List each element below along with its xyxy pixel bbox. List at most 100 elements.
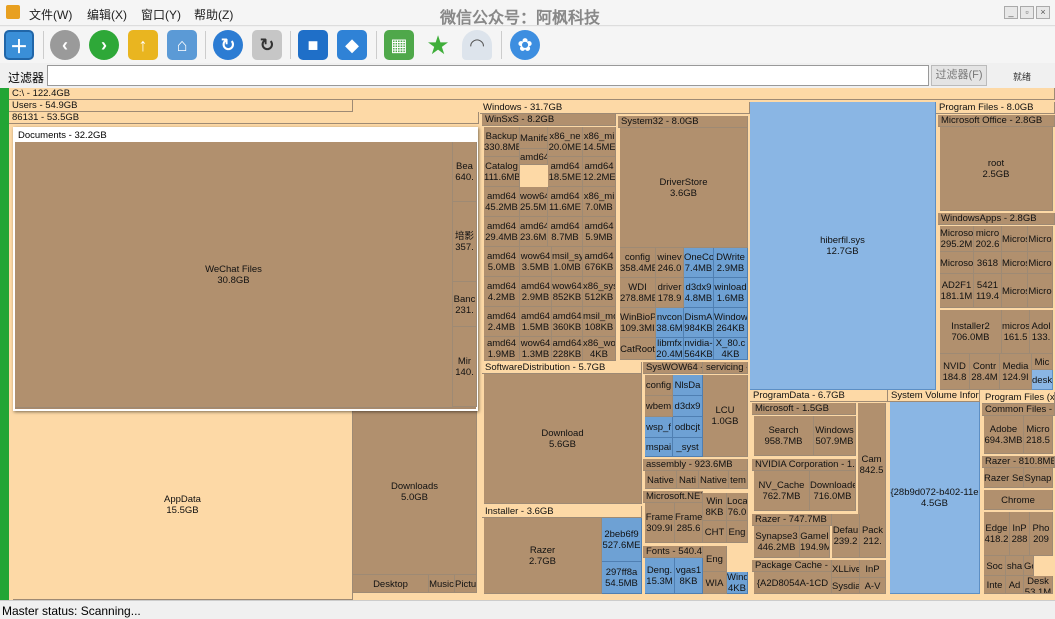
treemap-node-inte[interactable]: Inte bbox=[984, 576, 1006, 594]
treemap-node-users-54-9gb[interactable]: Users - 54.9GB bbox=[9, 100, 353, 112]
treemap-node-loca[interactable]: Loca 76.0 bbox=[727, 493, 748, 521]
treemap-node-amd64[interactable]: amd64 11.6ME bbox=[548, 187, 583, 217]
treemap-node-adol[interactable]: Adol 133. bbox=[1030, 310, 1053, 354]
treemap-node-c-122-4gb[interactable]: C:\ - 122.4GB bbox=[9, 88, 1055, 100]
treemap-node-downloads[interactable]: Downloads 5.0GB bbox=[353, 409, 477, 575]
treemap-node-3618[interactable]: 3618 bbox=[974, 252, 1002, 274]
treemap-node-hiberfil-sys[interactable]: hiberfil.sys 12.7GB bbox=[750, 102, 936, 390]
treemap-node-nvcon[interactable]: nvcon 38.6M bbox=[656, 308, 684, 338]
treemap-node-pho[interactable]: Pho 209 bbox=[1030, 512, 1053, 556]
treemap-node-86131-53-5gb[interactable]: 86131 - 53.5GB bbox=[9, 112, 479, 124]
treemap-node-system32-8-0gb[interactable]: System32 - 8.0GB bbox=[618, 116, 748, 128]
treemap-node-common-files-1[interactable]: Common Files - 1 bbox=[982, 404, 1055, 416]
home-icon[interactable]: ⌂ bbox=[167, 30, 197, 60]
treemap-node-x86-sys[interactable]: x86_sys 512KB bbox=[583, 277, 616, 307]
treemap-node-winev[interactable]: winev 246.0 bbox=[656, 248, 684, 278]
treemap-node-edge[interactable]: Edge 418.2 bbox=[984, 512, 1010, 556]
treemap-node-window[interactable]: Window 264KB bbox=[714, 308, 748, 338]
treemap-node-winsxs-8-2gb[interactable]: WinSxS - 8.2GB bbox=[482, 114, 616, 126]
treemap-node-micro[interactable]: Micro bbox=[1028, 252, 1053, 274]
menu-file[interactable]: 文件(W) bbox=[29, 6, 72, 23]
treemap-node-amd64[interactable]: amd64 4.2MB bbox=[484, 277, 520, 307]
treemap-node-softwaredistribution-5-7gb[interactable]: SoftwareDistribution - 5.7GB bbox=[482, 362, 642, 374]
treemap-node-download[interactable]: Download 5.6GB bbox=[484, 374, 642, 504]
treemap-node-cam[interactable]: Cam 842.5 bbox=[858, 403, 886, 527]
treemap-node-amd64[interactable]: amd64 5.0MB bbox=[484, 247, 520, 277]
treemap-node-frame[interactable]: Frame 309.9I bbox=[645, 503, 675, 543]
treemap-node-microsoft-office-2-8gb[interactable]: Microsoft Office - 2.8GB bbox=[938, 115, 1055, 127]
treemap-node-ad[interactable]: Ad bbox=[1006, 576, 1024, 594]
treemap-node-amd64[interactable]: amd64 bbox=[520, 149, 548, 165]
treemap-node-manife[interactable]: Manife bbox=[520, 127, 548, 149]
treemap-node-mir[interactable]: Mir 140. bbox=[453, 327, 477, 407]
treemap-node-eng[interactable]: Eng bbox=[703, 546, 727, 572]
treemap-node-fonts-540-4mb[interactable]: Fonts - 540.4MB bbox=[643, 546, 703, 558]
treemap-node-micros[interactable]: Micros bbox=[1002, 226, 1028, 252]
restore-icon[interactable]: ▫ bbox=[1020, 6, 1034, 19]
treemap-node-node[interactable]: 培影 357. bbox=[453, 202, 477, 282]
treemap-node-wind[interactable]: Wind 4KB bbox=[727, 572, 748, 594]
treemap-node-synap[interactable]: Synap bbox=[1024, 468, 1053, 488]
treemap-node-nv-cache[interactable]: NV_Cache 762.7MB bbox=[754, 471, 810, 511]
treemap-node-driver[interactable]: driver 178.9 bbox=[656, 278, 684, 308]
treemap-node-package-cache-6[interactable]: Package Cache - 6 bbox=[752, 560, 832, 572]
treemap-node-amd64[interactable]: amd64 1.5MB bbox=[520, 307, 552, 337]
treemap-node-amd64[interactable]: amd64 29.4MB bbox=[484, 217, 520, 247]
menu-window[interactable]: 窗口(Y) bbox=[141, 6, 181, 23]
treemap-node-a2d8054a-1cd[interactable]: {A2D8054A-1CD bbox=[754, 572, 832, 594]
treemap-node-amd64[interactable]: amd64 2.4MB bbox=[484, 307, 520, 337]
treemap-node-amd64[interactable]: amd64 5.9MB bbox=[583, 217, 616, 247]
treemap-node-pictu[interactable]: Pictu bbox=[455, 575, 477, 593]
treemap-node-micros[interactable]: micros 161.5 bbox=[1002, 310, 1030, 354]
treemap-node-vgas1[interactable]: vgas1 8KB bbox=[675, 558, 703, 594]
treemap-node-a-v[interactable]: A-V bbox=[860, 578, 886, 594]
treemap-node-music[interactable]: Music bbox=[429, 575, 455, 593]
treemap-node-soc[interactable]: Soc bbox=[984, 556, 1006, 576]
treemap-node-micro[interactable]: Micro bbox=[1028, 226, 1053, 252]
treemap-node-cht[interactable]: CHT bbox=[703, 521, 727, 543]
treemap-node-program-files-8-0gb[interactable]: Program Files - 8.0GB bbox=[936, 102, 1055, 114]
treemap-node-installer-3-6gb[interactable]: Installer - 3.6GB bbox=[482, 506, 642, 518]
box-icon[interactable]: ◆ bbox=[337, 30, 367, 60]
treemap-node-syswow64-5-4gb[interactable]: SysWOW64 - 5.4GB bbox=[643, 362, 703, 374]
treemap-node-wow64[interactable]: wow64 1.3MB bbox=[520, 337, 552, 361]
treemap-node-microso[interactable]: Microso bbox=[940, 252, 974, 274]
treemap-node-amd64[interactable]: amd64 1.9MB bbox=[484, 337, 520, 361]
treemap-node-micro[interactable]: micro 202.6 bbox=[974, 226, 1002, 252]
treemap-node-razer[interactable]: Razer 2.7GB bbox=[484, 518, 602, 594]
treemap-node-microsoft-1-5gb[interactable]: Microsoft - 1.5GB bbox=[752, 403, 856, 415]
treemap-node-xllive[interactable]: XLLive bbox=[832, 560, 860, 578]
treemap-node-wow64[interactable]: wow64 852KB bbox=[552, 277, 583, 307]
treemap-node-razer-747-7mb[interactable]: Razer - 747.7MB bbox=[752, 514, 832, 526]
refresh-icon[interactable]: ↻ bbox=[213, 30, 243, 60]
treemap-node-amd64[interactable]: amd64 45.2MB bbox=[484, 187, 520, 217]
treemap-node-frame[interactable]: Frame 285.6 bbox=[675, 503, 703, 543]
treemap-node-micros[interactable]: Micros bbox=[1002, 252, 1028, 274]
treemap-node-gamei[interactable]: GameI 194.9M bbox=[800, 526, 830, 558]
treemap-node-native[interactable]: Native bbox=[699, 471, 729, 489]
treemap-node-wow64[interactable]: wow64 3.5MB bbox=[520, 247, 552, 277]
treemap-node-windows-31-7gb[interactable]: Windows - 31.7GB bbox=[480, 102, 750, 114]
treemap-node-inp[interactable]: InP bbox=[860, 560, 886, 578]
filter-input[interactable] bbox=[47, 65, 929, 86]
treemap-node-amd64[interactable]: amd64 18.5ME bbox=[548, 157, 583, 187]
filter-button[interactable]: 过滤器(F) bbox=[931, 65, 987, 86]
treemap-node-wbem[interactable]: wbem bbox=[645, 396, 673, 417]
close-icon[interactable]: × bbox=[1036, 6, 1050, 19]
treemap-node-297ff8a[interactable]: 297ff8a 54.5MB bbox=[602, 562, 642, 594]
treemap-node-syst[interactable]: _syst bbox=[673, 438, 703, 457]
treemap-node-eng[interactable]: Eng bbox=[727, 521, 748, 543]
treemap-node-msil-mo[interactable]: msil_mo 108KB bbox=[583, 307, 616, 337]
treemap[interactable]: C:\ - 122.4GB Users - 54.9GB 86131 - 53.5G… bbox=[0, 88, 1055, 600]
treemap-node-sha[interactable]: sha bbox=[1006, 556, 1024, 576]
treemap-node-search[interactable]: Search 958.7MB bbox=[754, 416, 814, 456]
treemap-node-amd64[interactable]: amd64 2.9MB bbox=[520, 277, 552, 307]
treemap-node-appdata[interactable]: AppData 15.5GB bbox=[13, 409, 353, 600]
treemap-node-micro[interactable]: Micro 218.5 bbox=[1024, 416, 1053, 454]
treemap-node-microso[interactable]: Microso 295.2M bbox=[940, 226, 974, 252]
treemap-node-win[interactable]: Win 8KB bbox=[703, 493, 727, 521]
treemap-node-catalog[interactable]: Catalog 111.6MB bbox=[484, 157, 520, 187]
forward-icon[interactable]: › bbox=[89, 30, 119, 60]
treemap-node-wechat-files[interactable]: WeChat Files 30.8GB bbox=[15, 142, 453, 408]
treemap-node-driverstore[interactable]: DriverStore 3.6GB bbox=[620, 128, 748, 248]
